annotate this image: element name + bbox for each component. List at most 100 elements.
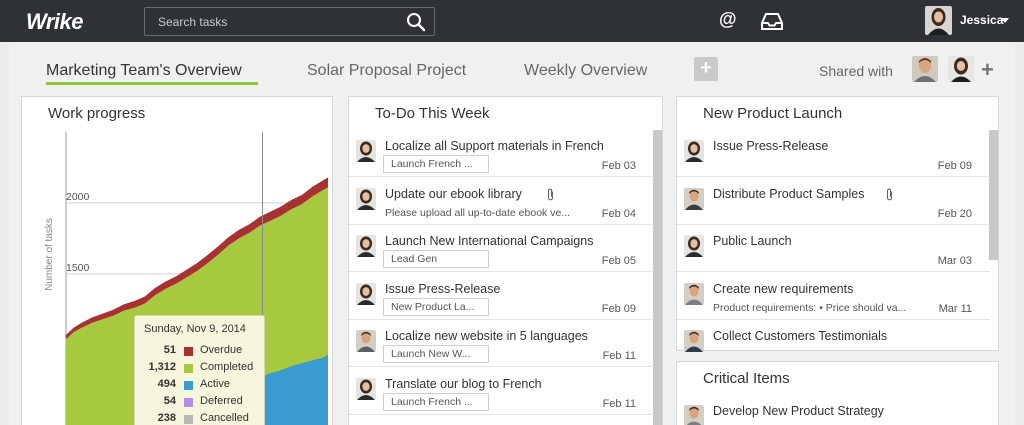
chevron-down-icon[interactable] xyxy=(1001,18,1009,23)
task-row[interactable]: Distribute Product Samples Feb 20 xyxy=(677,178,990,225)
due-date: Feb 09 xyxy=(937,160,972,172)
assignee-avatar[interactable] xyxy=(356,282,376,305)
folder-tag[interactable]: Launch French ... xyxy=(383,392,489,411)
due-date: Feb 05 xyxy=(601,255,636,267)
task-row[interactable]: Launch New International Campaigns Lead G… xyxy=(349,225,654,272)
due-date: Feb 11 xyxy=(602,350,636,362)
task-title[interactable]: Update our ebook library xyxy=(385,187,522,201)
legend-swatch-overdue xyxy=(184,347,193,356)
user-avatar[interactable] xyxy=(925,6,952,35)
tooltip-label: Overdue xyxy=(200,344,243,356)
due-date: Mar 03 xyxy=(937,255,972,267)
active-tab-indicator xyxy=(46,82,258,85)
task-row[interactable]: Localize all Support materials in French… xyxy=(349,130,654,177)
task-title[interactable]: Distribute Product Samples xyxy=(713,187,864,201)
legend-swatch-cancelled xyxy=(184,415,193,424)
task-title[interactable]: Localize all Support materials in French xyxy=(385,139,604,153)
tooltip-value: 51 xyxy=(163,344,176,356)
due-date: Feb 03 xyxy=(601,160,636,172)
launch-scrollbar[interactable] xyxy=(989,130,998,260)
tooltip-value: 238 xyxy=(157,412,176,424)
task-row[interactable]: Translate our blog to French Launch Frenc… xyxy=(349,368,654,415)
assignee-avatar[interactable] xyxy=(356,330,376,352)
critical-title: Critical Items xyxy=(703,370,790,387)
task-title[interactable]: Collect Customers Testimonials xyxy=(713,329,887,343)
task-title[interactable]: Issue Press-Release xyxy=(385,282,500,296)
launch-title: New Product Launch xyxy=(703,105,843,122)
add-share-button[interactable]: + xyxy=(981,57,994,83)
legend-swatch-completed xyxy=(184,364,193,373)
assignee-avatar[interactable] xyxy=(356,187,376,210)
due-date: Feb 04 xyxy=(601,207,636,220)
task-row[interactable]: Issue Press-Release Feb 09 xyxy=(677,130,990,177)
tooltip-row-overdue: 51 Overdue xyxy=(135,344,266,360)
shared-with-label: Shared with xyxy=(819,63,893,79)
tooltip-label: Deferred xyxy=(200,395,243,407)
assignee-avatar[interactable] xyxy=(684,235,704,257)
tooltip-label: Active xyxy=(200,378,230,390)
attachment-icon xyxy=(546,188,555,201)
add-tab-button[interactable]: + xyxy=(694,57,718,81)
due-date: Feb 09 xyxy=(601,302,636,315)
shared-avatar-woman[interactable] xyxy=(948,56,974,82)
critical-items-widget: Critical Items Develop New Product Strat… xyxy=(676,361,999,425)
task-title[interactable]: Public Launch xyxy=(713,234,792,248)
tooltip-row-completed: 1,312 Completed xyxy=(135,361,266,377)
tab-weekly-overview[interactable]: Weekly Overview xyxy=(524,62,647,80)
tooltip-label: Cancelled xyxy=(200,412,249,424)
assignee-avatar[interactable] xyxy=(684,330,704,352)
wrike-logo[interactable]: Wrike xyxy=(26,9,84,35)
task-title[interactable]: Develop New Product Strategy xyxy=(713,404,884,418)
assignee-avatar[interactable] xyxy=(684,282,704,305)
inbox-icon[interactable] xyxy=(760,11,784,31)
task-row[interactable]: Issue Press-Release New Product La... Feb … xyxy=(349,273,654,320)
task-title[interactable]: Launch New International Campaigns xyxy=(385,234,593,248)
tab-marketing-overview[interactable]: Marketing Team's Overview xyxy=(46,62,242,80)
chart-tooltip: Sunday, Nov 9, 2014 51 Overdue 1,312 Com… xyxy=(134,315,265,425)
work-progress-widget: Work progress Number of tasks20001500100… xyxy=(21,96,333,425)
assignee-avatar[interactable] xyxy=(684,140,704,162)
tooltip-row-deferred: 54 Deferred xyxy=(135,395,266,411)
assignee-avatar[interactable] xyxy=(356,235,376,257)
tooltip-row-active: 494 Active xyxy=(135,378,266,394)
task-row[interactable]: Collect Customers Testimonials xyxy=(677,320,990,367)
search-box[interactable]: Search tasks xyxy=(144,7,435,36)
task-row[interactable]: Develop New Product Strategy xyxy=(677,395,998,425)
task-description: Product requirements: • Price should va.… xyxy=(713,301,907,314)
tab-solar-proposal[interactable]: Solar Proposal Project xyxy=(307,62,466,80)
task-title[interactable]: Localize new website in 5 languages xyxy=(385,329,588,343)
task-title[interactable]: Create new requirements xyxy=(713,282,853,296)
shared-avatar-man[interactable] xyxy=(912,56,938,82)
task-description: Please upload all up-to-date ebook ve... xyxy=(385,206,571,219)
task-row[interactable]: Localize new website in 5 languages Launc… xyxy=(349,320,654,367)
task-row[interactable]: Public Launch Mar 03 xyxy=(677,225,990,272)
user-name[interactable]: Jessica xyxy=(960,13,1003,27)
search-input[interactable]: Search tasks xyxy=(158,15,227,29)
task-title[interactable]: Translate our blog to French xyxy=(385,377,542,391)
todo-title: To-Do This Week xyxy=(375,105,490,122)
task-title[interactable]: Issue Press-Release xyxy=(713,139,828,153)
due-date: Feb 20 xyxy=(937,207,972,220)
task-row[interactable]: Update our ebook library Please upload al… xyxy=(349,178,654,225)
product-launch-widget: New Product Launch Issue Press-Release Fe… xyxy=(676,96,999,367)
folder-tag[interactable]: Launch French ... xyxy=(383,155,489,173)
legend-swatch-deferred xyxy=(184,398,193,407)
todo-scrollbar[interactable] xyxy=(653,130,662,425)
attachment-icon xyxy=(885,188,894,201)
tooltip-date: Sunday, Nov 9, 2014 xyxy=(144,323,246,335)
task-row[interactable]: Create new requirements Product requireme… xyxy=(677,273,990,320)
assignee-avatar[interactable] xyxy=(356,140,376,162)
assignee-avatar[interactable] xyxy=(684,405,704,425)
legend-swatch-active xyxy=(184,381,193,390)
folder-tag[interactable]: New Product La... xyxy=(383,297,489,316)
y-tick-label: 1500 xyxy=(66,262,90,274)
assignee-avatar[interactable] xyxy=(356,377,376,400)
y-axis-label: Number of tasks xyxy=(44,218,55,291)
folder-tag[interactable]: Launch New W... xyxy=(383,345,489,363)
tooltip-value: 494 xyxy=(157,378,176,390)
tooltip-value: 54 xyxy=(163,395,176,407)
mentions-icon[interactable]: @ xyxy=(719,9,737,30)
assignee-avatar[interactable] xyxy=(684,187,704,210)
folder-tag[interactable]: Lead Gen xyxy=(383,250,489,268)
search-icon[interactable] xyxy=(406,12,426,32)
